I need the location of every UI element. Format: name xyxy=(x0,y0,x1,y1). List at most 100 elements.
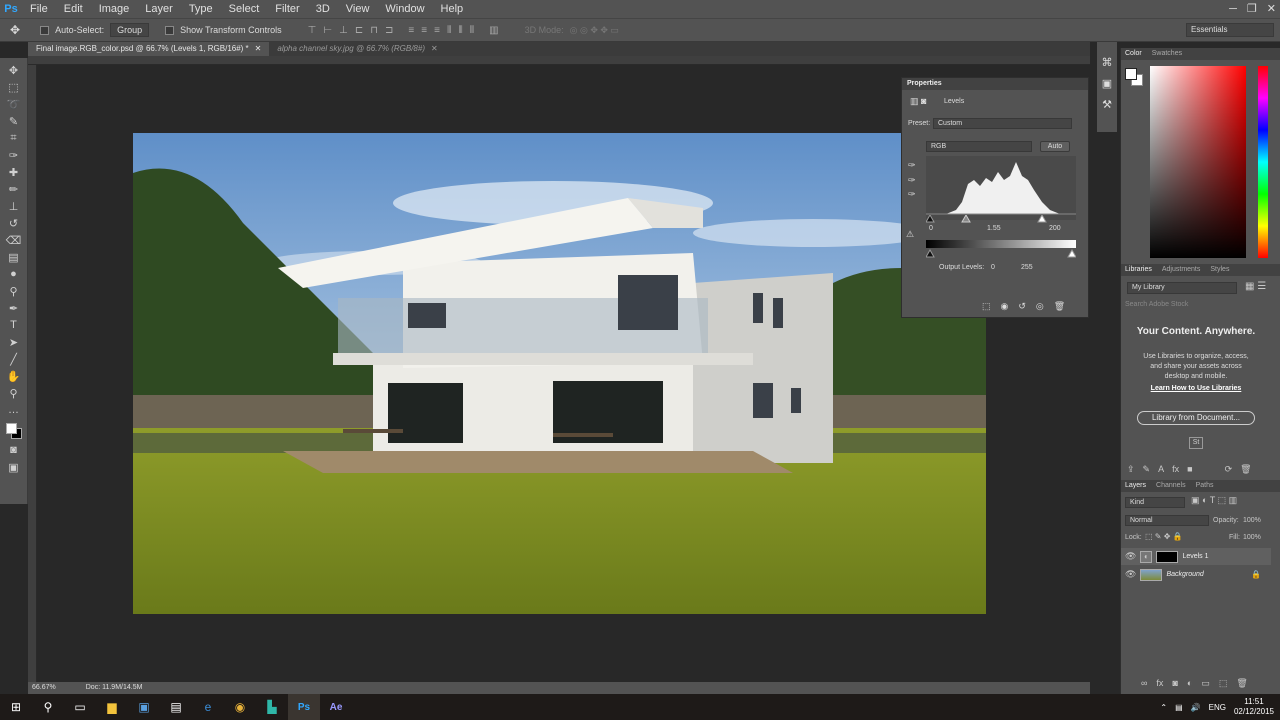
start-icon[interactable]: ⊞ xyxy=(0,694,32,720)
adobe-stock-badge[interactable]: St xyxy=(1189,437,1203,449)
align-top-icon[interactable]: ⊤ xyxy=(308,25,317,36)
tab-color[interactable]: Color xyxy=(1125,48,1142,60)
move-tool-icon[interactable]: ✥ xyxy=(4,62,24,78)
tab-layers[interactable]: Layers xyxy=(1125,480,1146,492)
align-right-icon[interactable]: ⊐ xyxy=(385,25,393,36)
auto-button[interactable]: Auto xyxy=(1040,141,1070,152)
distribute-hcenter-icon[interactable]: ⦀ xyxy=(458,25,462,36)
app-icon[interactable]: ▤ xyxy=(160,694,192,720)
pen-tool-icon[interactable]: ✒ xyxy=(4,300,24,316)
new-layer-icon[interactable]: ⬚ xyxy=(1219,678,1228,689)
blur-tool-icon[interactable]: ● xyxy=(4,266,24,282)
after-effects-icon[interactable]: Ae xyxy=(320,694,352,720)
edge-icon[interactable]: e xyxy=(192,694,224,720)
healing-brush-tool-icon[interactable]: ✚ xyxy=(4,164,24,180)
menu-3d[interactable]: 3D xyxy=(308,0,338,18)
distribute-top-icon[interactable]: ≡ xyxy=(408,25,414,36)
gray-eyedropper-icon[interactable]: ✑ xyxy=(908,175,916,186)
add-graphic-icon[interactable]: ✎ xyxy=(1143,464,1151,475)
input-gamma-value[interactable]: 1.55 xyxy=(987,225,1001,232)
properties-icon[interactable]: ▣ xyxy=(1102,77,1112,90)
foreground-chip[interactable] xyxy=(1125,68,1137,80)
align-hcenter-icon[interactable]: ⊓ xyxy=(370,25,378,36)
color-swatches[interactable] xyxy=(4,421,24,439)
file-explorer-icon[interactable]: ▆ xyxy=(96,694,128,720)
minimize-button[interactable]: ─ xyxy=(1229,0,1237,18)
reset-icon[interactable]: ↺ xyxy=(1018,301,1026,312)
photoshop-taskbar-icon[interactable]: Ps xyxy=(288,694,320,720)
store-icon[interactable]: ▣ xyxy=(128,694,160,720)
preset-dropdown[interactable]: Custom xyxy=(933,118,1072,129)
crop-tool-icon[interactable]: ⌗ xyxy=(4,130,24,146)
delete-icon[interactable]: 🗑 xyxy=(1240,464,1251,475)
close-icon[interactable]: ✕ xyxy=(255,42,262,56)
upload-icon[interactable]: ⇪ xyxy=(1127,464,1135,475)
link-layers-icon[interactable]: ∞ xyxy=(1141,678,1147,689)
layer-row[interactable]: 👁 Background 🔒 xyxy=(1121,566,1271,583)
path-selection-tool-icon[interactable]: ➤ xyxy=(4,334,24,350)
task-view-icon[interactable]: ▭ xyxy=(64,694,96,720)
quick-mask-icon[interactable]: ◙ xyxy=(4,442,24,458)
search-icon[interactable]: ⚲ xyxy=(32,694,64,720)
new-group-icon[interactable]: ▭ xyxy=(1201,678,1210,689)
menu-filter[interactable]: Filter xyxy=(267,0,307,18)
dodge-tool-icon[interactable]: ⚲ xyxy=(4,283,24,299)
auto-select-mode-dropdown[interactable]: Group xyxy=(110,23,150,37)
move-tool-icon[interactable]: ✥ xyxy=(10,23,20,37)
hand-tool-icon[interactable]: ✋ xyxy=(4,368,24,384)
menu-layer[interactable]: Layer xyxy=(137,0,181,18)
brush-tool-icon[interactable]: ✏ xyxy=(4,181,24,197)
gradient-tool-icon[interactable]: ▤ xyxy=(4,249,24,265)
language-indicator[interactable]: ENG xyxy=(1209,703,1226,712)
layer-name[interactable]: Levels 1 xyxy=(1182,553,1208,560)
distribute-bottom-icon[interactable]: ≡ xyxy=(434,25,440,36)
grid-view-icon[interactable]: ▦ ☰ xyxy=(1245,281,1266,292)
align-vcenter-icon[interactable]: ⊢ xyxy=(323,25,332,36)
network-icon[interactable]: ▤ xyxy=(1175,703,1183,712)
horizontal-ruler[interactable] xyxy=(28,56,1090,65)
clone-stamp-tool-icon[interactable]: ⊥ xyxy=(4,198,24,214)
menu-select[interactable]: Select xyxy=(221,0,268,18)
layer-kind-filter[interactable]: Kind xyxy=(1125,497,1185,508)
blend-mode-dropdown[interactable]: Normal xyxy=(1125,515,1209,526)
align-bottom-icon[interactable]: ⊥ xyxy=(339,25,348,36)
add-mask-icon[interactable]: ◙ xyxy=(1172,678,1177,689)
align-left-icon[interactable]: ⊏ xyxy=(355,25,363,36)
distribute-vcenter-icon[interactable]: ≡ xyxy=(421,25,427,36)
volume-icon[interactable]: 🔊 xyxy=(1191,703,1201,712)
vertical-ruler[interactable] xyxy=(28,65,37,682)
view-previous-icon[interactable]: ◉ xyxy=(1001,301,1009,312)
add-color-icon[interactable]: ■ xyxy=(1187,464,1192,475)
delete-layer-icon[interactable]: 🗑 xyxy=(1236,678,1247,689)
document-image[interactable] xyxy=(133,133,986,614)
menu-view[interactable]: View xyxy=(338,0,378,18)
channel-dropdown[interactable]: RGB xyxy=(926,141,1032,152)
lock-icons[interactable]: ⬚ ✎ ✥ 🔒 xyxy=(1145,532,1183,541)
eyedropper-tool-icon[interactable]: ✑ xyxy=(4,147,24,163)
tab-adjustments[interactable]: Adjustments xyxy=(1162,264,1201,276)
tab-libraries[interactable]: Libraries xyxy=(1125,264,1152,276)
tray-expand-icon[interactable]: ⌃ xyxy=(1160,703,1167,712)
opacity-value[interactable]: 100% xyxy=(1243,517,1261,524)
eye-icon[interactable]: 👁 xyxy=(1125,551,1136,562)
more-tools-icon[interactable]: … xyxy=(4,402,24,418)
clip-to-layer-icon[interactable]: ⬚ xyxy=(982,301,991,312)
tool-presets-icon[interactable]: ⚒ xyxy=(1102,98,1112,111)
screen-mode-icon[interactable]: ▣ xyxy=(4,459,24,475)
eraser-tool-icon[interactable]: ⌫ xyxy=(4,232,24,248)
tab-channels[interactable]: Channels xyxy=(1156,480,1186,492)
line-tool-icon[interactable]: ╱ xyxy=(4,351,24,367)
output-black-value[interactable]: 0 xyxy=(991,264,995,271)
auto-align-icon[interactable]: ▥ xyxy=(489,25,498,36)
tab-final-image[interactable]: Final image.RGB_color.psd @ 66.7% (Level… xyxy=(28,42,270,56)
add-layer-style-icon[interactable]: fx xyxy=(1172,464,1179,475)
app-icon[interactable]: ▙ xyxy=(256,694,288,720)
eye-icon[interactable]: 👁 xyxy=(1125,569,1136,580)
history-brush-tool-icon[interactable]: ↺ xyxy=(4,215,24,231)
layer-style-icon[interactable]: fx xyxy=(1156,678,1163,689)
fill-value[interactable]: 100% xyxy=(1243,534,1261,541)
menu-image[interactable]: Image xyxy=(91,0,138,18)
zoom-tool-icon[interactable]: ⚲ xyxy=(4,385,24,401)
3d-orbit-icon[interactable]: ◎ ◎ ✥ ✥ ▭ xyxy=(570,25,619,36)
lasso-tool-icon[interactable]: ➰ xyxy=(4,96,24,112)
